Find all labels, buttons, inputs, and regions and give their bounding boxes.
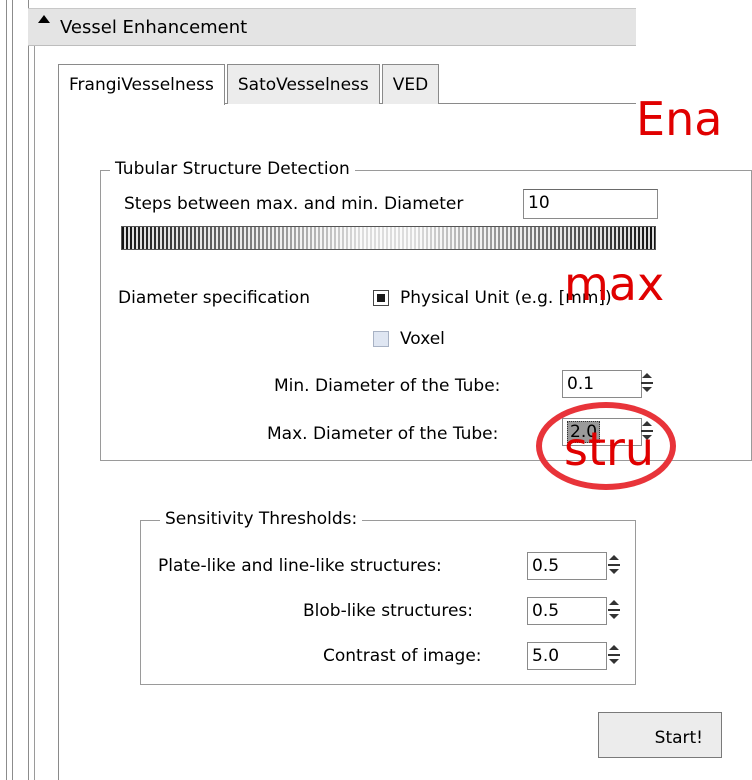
- steps-label: Steps between max. and min. Diameter: [124, 194, 464, 214]
- blob-label: Blob-like structures:: [303, 601, 473, 621]
- window-edge-line: [28, 0, 29, 780]
- window-edge-line: [6, 0, 7, 780]
- tab-bar: FrangiVesselness SatoVesselness VED: [58, 64, 441, 105]
- panel-title: Vessel Enhancement: [60, 17, 248, 38]
- voxel-label[interactable]: Voxel: [400, 329, 445, 349]
- window-edge-line: [12, 0, 13, 780]
- start-button[interactable]: Start!: [598, 712, 722, 758]
- physical-unit-radio[interactable]: [373, 290, 389, 306]
- sensitivity-legend: Sensitivity Thresholds:: [160, 509, 363, 529]
- plate-line-label: Plate-like and line-like structures:: [158, 556, 442, 576]
- plate-line-input[interactable]: 0.5: [527, 552, 607, 580]
- tab-ved[interactable]: VED: [381, 64, 440, 104]
- blob-spinner-icon[interactable]: [607, 598, 621, 624]
- annotation-line-1: Ena: [636, 92, 723, 146]
- diameter-spec-label: Diameter specification: [118, 288, 310, 308]
- max-diameter-label: Max. Diameter of the Tube:: [267, 424, 499, 444]
- plate-line-spinner-icon[interactable]: [607, 553, 621, 579]
- contrast-label: Contrast of image:: [323, 646, 482, 666]
- annotation-line-2: max: [564, 257, 665, 311]
- tab-frangi-vesselness[interactable]: FrangiVesselness: [58, 64, 225, 105]
- voxel-radio[interactable]: [373, 331, 389, 347]
- tubular-structure-legend: Tubular Structure Detection: [110, 159, 355, 179]
- min-diameter-label: Min. Diameter of the Tube:: [274, 376, 501, 396]
- tab-sato-vesselness[interactable]: SatoVesselness: [226, 64, 380, 104]
- collapse-arrow-icon[interactable]: [38, 15, 50, 23]
- blob-input[interactable]: 0.5: [527, 597, 607, 625]
- contrast-input[interactable]: 5.0: [527, 642, 607, 670]
- highlight-ellipse: [536, 402, 676, 490]
- contrast-spinner-icon[interactable]: [607, 643, 621, 669]
